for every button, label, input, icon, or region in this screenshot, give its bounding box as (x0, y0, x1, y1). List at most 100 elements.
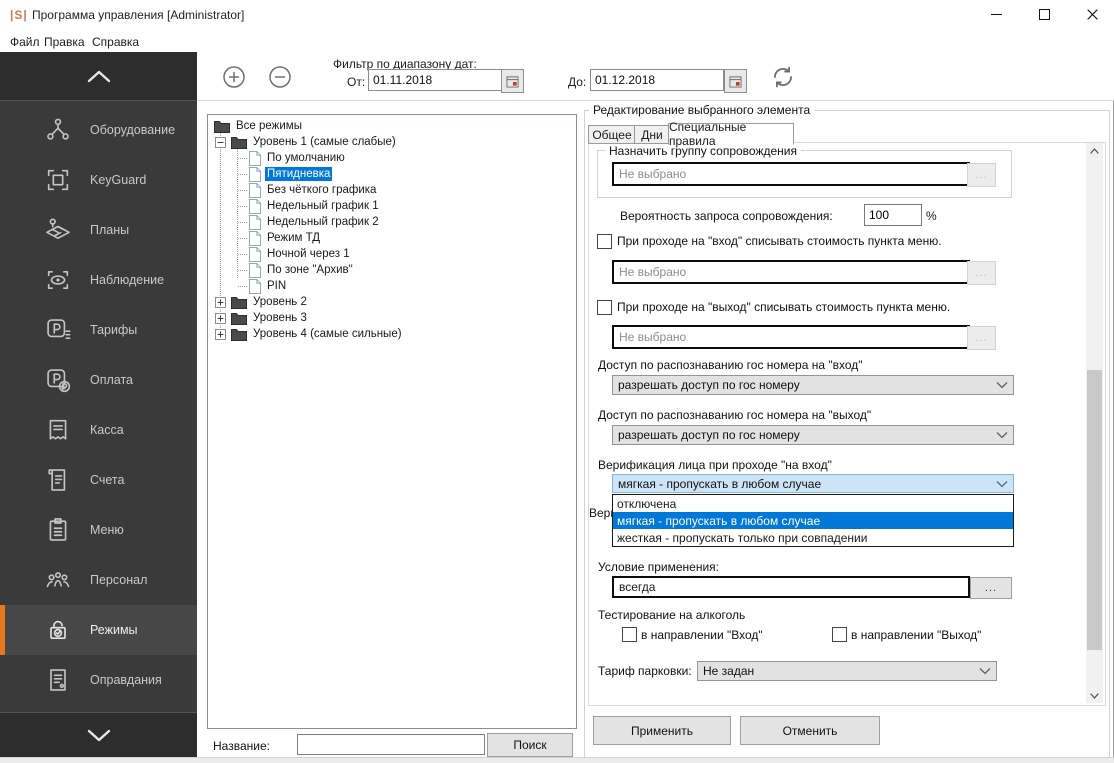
charge-entry-checkbox[interactable] (597, 234, 612, 249)
tree-item-label: По зоне "Архив" (267, 264, 353, 276)
maximize-button[interactable] (1029, 0, 1059, 28)
folder-icon (231, 328, 247, 341)
zoom-in-button[interactable] (222, 65, 246, 89)
chevron-up-icon (87, 70, 110, 82)
chevron-down-icon (87, 729, 110, 742)
date-to-input[interactable] (590, 69, 724, 91)
tree-item-td-mode[interactable]: Режим ТД (238, 230, 322, 246)
expand-icon[interactable] (215, 328, 226, 340)
apply-button[interactable]: Применить (593, 716, 731, 745)
document-icon (249, 166, 261, 182)
expand-icon[interactable] (215, 312, 226, 324)
tree-item-five-day[interactable]: Пятидневка (238, 166, 333, 182)
tree-item-pin[interactable]: PIN (238, 278, 288, 294)
sidebar-item-label: Режимы (90, 623, 138, 637)
date-to-calendar-button[interactable] (724, 69, 747, 93)
menu-help[interactable]: Справка (88, 33, 143, 51)
plate-entry-select[interactable]: разрешать доступ по гос номеру (612, 375, 1014, 395)
date-from-input[interactable] (368, 69, 502, 91)
face-entry-select[interactable]: мягкая - пропускать в любом случае (612, 474, 1014, 493)
tab-general[interactable]: Общее (588, 125, 636, 144)
sidebar-item-equipment[interactable]: Оборудование (0, 105, 197, 155)
chevron-up-icon (1090, 147, 1099, 154)
escort-probability-input[interactable] (864, 204, 922, 226)
tree-item-level3[interactable]: Уровень 3 (215, 310, 309, 326)
condition-browse-button[interactable]: ... (970, 577, 1012, 599)
sidebar-item-keyguard[interactable]: KeyGuard (0, 155, 197, 205)
tree-item-label: Уровень 3 (253, 312, 307, 324)
sidebar-item-menu[interactable]: Меню (0, 505, 197, 555)
tree-item-night-shift[interactable]: Ночной через 1 (238, 246, 352, 262)
calendar-icon (506, 75, 519, 88)
ellipsis-icon: ... (975, 332, 988, 344)
sidebar-item-tariffs[interactable]: Тарифы (0, 305, 197, 355)
escort-probability-label: Вероятность запроса сопровождения: (620, 209, 833, 223)
expand-icon[interactable] (215, 296, 226, 308)
tree-item-level1[interactable]: Уровень 1 (самые слабые) (215, 134, 398, 150)
cancel-button[interactable]: Отменить (740, 716, 880, 745)
sidebar-item-payment[interactable]: Оплата (0, 355, 197, 405)
tab-days[interactable]: Дни (634, 125, 670, 144)
close-button[interactable] (1077, 0, 1107, 28)
folder-icon (231, 312, 247, 325)
plate-exit-label: Доступ по распознаванию гос номера на "в… (598, 408, 872, 422)
scroll-up-button[interactable] (1086, 143, 1103, 158)
modes-tree-panel: Все режимы Уровень 1 (самые слабые) По у… (207, 114, 577, 729)
tree-item-weekly-2[interactable]: Недельный график 2 (238, 214, 381, 230)
charge-entry-browse-button[interactable]: ... (967, 261, 996, 285)
sidebar-item-plans[interactable]: Планы (0, 205, 197, 255)
tree-item-archive-zone[interactable]: По зоне "Архив" (238, 262, 355, 278)
sidebar-item-excuses[interactable]: Оправдания (0, 655, 197, 705)
charge-exit-input[interactable]: Не выбрано (612, 325, 970, 349)
sidebar-collapse-button[interactable] (0, 52, 197, 101)
tree-item-no-strict-schedule[interactable]: Без чёткого графика (238, 182, 378, 198)
alcohol-test-label: Тестирование на алкоголь (598, 608, 746, 622)
sidebar-item-observation[interactable]: Наблюдение (0, 255, 197, 305)
escort-group-input[interactable]: Не выбрано (612, 162, 970, 186)
plate-exit-select[interactable]: разрешать доступ по гос номеру (612, 425, 1014, 445)
minimize-button[interactable] (981, 0, 1011, 28)
tree-item-default[interactable]: По умолчанию (238, 150, 347, 166)
tree-item-level4[interactable]: Уровень 4 (самые сильные) (215, 326, 404, 342)
escort-group-browse-button[interactable]: ... (967, 163, 996, 187)
sidebar-item-modes[interactable]: Режимы (0, 605, 197, 655)
tree-item-level2[interactable]: Уровень 2 (215, 294, 309, 310)
dropdown-option-disabled[interactable]: отключена (613, 495, 1013, 512)
face-entry-label: Верификация лица при проходе "на вход" (598, 458, 832, 472)
condition-input[interactable]: всегда (612, 576, 970, 598)
charge-exit-browse-button[interactable]: ... (967, 326, 996, 350)
date-from-calendar-button[interactable] (501, 69, 524, 93)
sidebar-item-label: Меню (90, 523, 124, 537)
alcohol-entry-checkbox[interactable] (622, 627, 637, 642)
refresh-button[interactable] (770, 64, 796, 90)
tree-item-label: Без чёткого графика (267, 184, 377, 196)
document-icon (249, 198, 261, 214)
toolbar: Фильтр по диапазону дат: От: До: (197, 52, 1114, 101)
sidebar-expand-button[interactable] (0, 712, 197, 758)
tree-item-all-modes[interactable]: Все режимы (214, 118, 304, 134)
editor-scrollbar[interactable] (1086, 143, 1103, 703)
tab-label: Общее (592, 127, 632, 142)
alcohol-exit-checkbox[interactable] (832, 627, 847, 642)
editor-group-title: Редактирование выбранного элемента (589, 103, 815, 117)
scrollbar-thumb[interactable] (1087, 370, 1102, 650)
charge-exit-checkbox[interactable] (597, 300, 612, 315)
sidebar-item-staff[interactable]: Персонал (0, 555, 197, 605)
sidebar-item-accounts[interactable]: Счета (0, 455, 197, 505)
face-entry-value: мягкая - пропускать в любом случае (618, 476, 822, 491)
charge-entry-input[interactable]: Не выбрано (612, 260, 970, 284)
tree-item-weekly-1[interactable]: Недельный график 1 (238, 198, 381, 214)
name-search-input[interactable] (297, 734, 485, 755)
search-button[interactable]: Поиск (487, 733, 573, 757)
sidebar-item-label: Оборудование (90, 123, 176, 137)
tab-special-rules[interactable]: Специальные правила (668, 120, 794, 148)
menu-file[interactable]: Файл (6, 33, 44, 51)
zoom-out-button[interactable] (268, 65, 292, 89)
dropdown-option-soft[interactable]: мягкая - пропускать в любом случае (613, 512, 1013, 529)
scroll-down-button[interactable] (1086, 688, 1103, 703)
collapse-icon[interactable] (215, 136, 226, 148)
menu-edit[interactable]: Правка (40, 33, 89, 51)
sidebar-item-cashdesk[interactable]: Касса (0, 405, 197, 455)
parking-tariff-select[interactable]: Не задан (697, 661, 997, 681)
dropdown-option-strict[interactable]: жесткая - пропускать только при совпаден… (613, 529, 1013, 546)
